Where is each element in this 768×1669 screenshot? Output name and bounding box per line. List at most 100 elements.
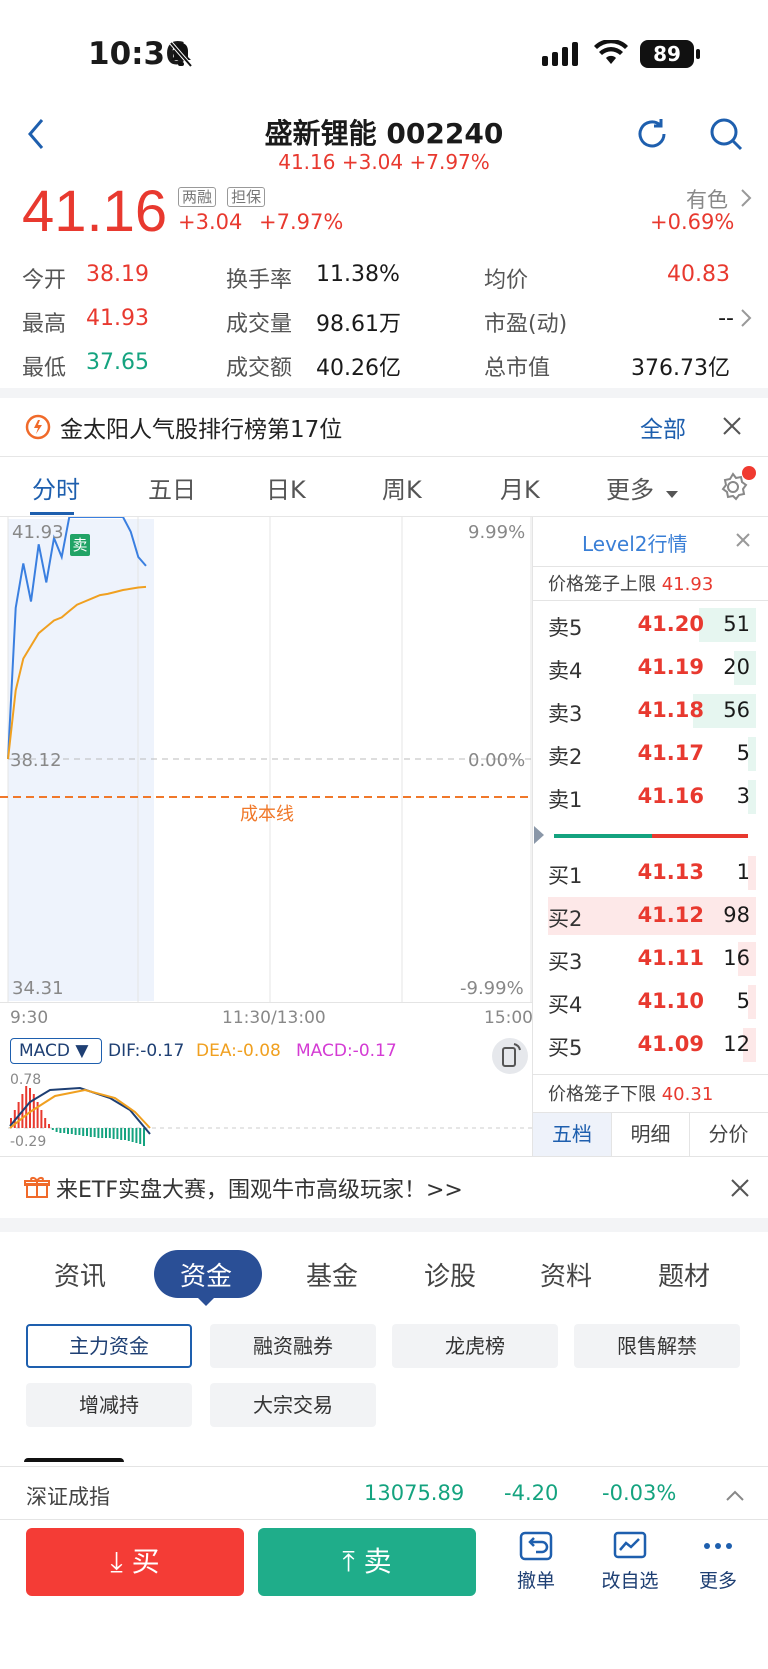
chart-low-label: 34.31	[12, 978, 64, 999]
chart-tab[interactable]: 分时	[32, 470, 80, 505]
macd-bar	[82, 1128, 85, 1136]
macd-bar	[89, 1128, 92, 1137]
orderbook-tab[interactable]: 明细	[611, 1113, 689, 1156]
edit-watchlist-label: 改自选	[601, 1570, 659, 1592]
orderbook-row[interactable]: 卖3 41.18 56	[548, 692, 756, 730]
section-divider	[0, 388, 768, 398]
macd-chart	[0, 1068, 532, 1154]
orderbook-row[interactable]: 卖5 41.20 51	[548, 606, 756, 644]
buy-button[interactable]: ⤓ 买	[26, 1528, 244, 1596]
orderbook-volume: 5	[736, 741, 750, 765]
fund-chip[interactable]: 融资融券	[210, 1324, 376, 1368]
macd-dea: DEA:-0.08	[196, 1041, 281, 1061]
orderbook-volume: 51	[723, 612, 750, 636]
orderbook-volume: 12	[723, 1032, 750, 1056]
close-icon[interactable]	[736, 532, 750, 551]
divider	[533, 1074, 768, 1075]
orderbook-row[interactable]: 卖1 41.16 3	[548, 778, 756, 816]
macd-bar	[101, 1128, 104, 1138]
intraday-chart[interactable]	[0, 516, 532, 1002]
macd-bar	[51, 1128, 54, 1130]
time-mid: 11:30/13:00	[222, 1008, 326, 1028]
orderbook-row[interactable]: 买2 41.12 98	[548, 897, 756, 935]
macd-bar	[44, 1118, 47, 1128]
ranking-text[interactable]: 金太阳人气股排行榜第17位	[60, 410, 342, 444]
section-tab[interactable]: 资料	[540, 1256, 592, 1293]
orderbook-row[interactable]: 买4 41.10 5	[548, 983, 756, 1021]
search-icon[interactable]	[708, 116, 744, 156]
orderbook-volume: 3	[736, 784, 750, 808]
section-tab[interactable]: 诊股	[424, 1256, 476, 1293]
triangle-right-icon	[534, 826, 544, 848]
orderbook-split-bar	[554, 834, 748, 838]
orderbook-price: 41.17	[637, 741, 704, 765]
macd-bar	[93, 1128, 96, 1137]
stat-label: 今开	[22, 268, 67, 293]
chevron-up-icon[interactable]	[726, 1487, 744, 1506]
section-tab[interactable]: 基金	[306, 1256, 358, 1293]
macd-bar	[116, 1128, 119, 1139]
orderbook-volume: 98	[723, 903, 750, 927]
orderbook-row[interactable]: 买1 41.13 1	[548, 854, 756, 892]
macd-value: MACD:-0.17	[296, 1041, 397, 1061]
macd-bar	[131, 1128, 134, 1142]
margin-tag: 两融	[178, 187, 217, 207]
more-button[interactable]: 更多	[686, 1530, 750, 1600]
orderbook-row[interactable]: 卖4 41.19 20	[548, 649, 756, 687]
orderbook-level: 卖4	[548, 659, 583, 683]
orderbook-tab[interactable]: 分价	[689, 1113, 767, 1156]
section-tab[interactable]: 资讯	[54, 1256, 106, 1293]
orderbook-price: 41.11	[637, 946, 704, 970]
orderbook-row[interactable]: 买3 41.11 16	[548, 940, 756, 978]
divider	[533, 600, 768, 601]
orderbook-price: 41.19	[637, 655, 704, 679]
orderbook-level: 买2	[548, 907, 583, 931]
section-tab[interactable]: 资金	[180, 1256, 232, 1293]
orderbook-row[interactable]: 卖2 41.17 5	[548, 735, 756, 773]
edit-watchlist-button[interactable]: 改自选	[592, 1530, 668, 1600]
close-icon[interactable]	[722, 416, 742, 440]
macd-bar	[112, 1128, 115, 1139]
stat-label: 最高	[22, 312, 67, 337]
chart-tab[interactable]: 周K	[382, 470, 422, 505]
fund-chip[interactable]: 龙虎榜	[392, 1324, 558, 1368]
bell-muted-icon	[168, 40, 194, 72]
chart-tab[interactable]: 日K	[266, 470, 306, 505]
caret-down-icon[interactable]	[666, 484, 678, 503]
chart-tab[interactable]: 五日	[148, 470, 196, 505]
sell-button[interactable]: ⤒ 卖	[258, 1528, 476, 1596]
chevron-right-icon[interactable]	[740, 188, 752, 212]
fund-chip[interactable]: 主力资金	[26, 1324, 192, 1368]
section-tab[interactable]: 题材	[658, 1256, 710, 1293]
orderbook-price: 41.10	[637, 989, 704, 1013]
ranking-all-link[interactable]: 全部	[640, 410, 686, 444]
stat-value: 37.65	[86, 350, 149, 375]
battery-icon: 89	[640, 40, 694, 68]
stat-label: 市盈(动)	[484, 312, 568, 337]
chart-tab[interactable]: 更多	[606, 470, 654, 505]
etf-banner-text[interactable]: 来ETF实盘大赛，围观牛市高级玩家！>>	[56, 1172, 463, 1204]
orderbook-row[interactable]: 买5 41.09 12	[548, 1026, 756, 1064]
fund-chip[interactable]: 增减持	[26, 1383, 192, 1427]
orderbook-price: 41.20	[637, 612, 704, 636]
index-bar[interactable]: 深证成指 13075.89 -4.20 -0.03%	[0, 1466, 768, 1520]
macd-bar	[124, 1128, 126, 1140]
stat-value: 98.61万	[316, 312, 401, 337]
divider	[0, 456, 768, 457]
sell-marker[interactable]: 卖	[70, 534, 90, 556]
chevron-right-icon[interactable]	[740, 308, 752, 332]
macd-selector[interactable]: MACD ▼	[10, 1038, 102, 1064]
sell-label: 卖	[363, 1545, 392, 1578]
close-icon[interactable]	[730, 1178, 750, 1202]
chart-pct-high: 9.99%	[468, 522, 526, 543]
macd-bar	[78, 1128, 81, 1135]
chart-tab[interactable]: 月K	[500, 470, 540, 505]
cancel-order-button[interactable]: 撤单	[504, 1530, 568, 1600]
refresh-icon[interactable]	[634, 116, 670, 156]
orderbook-tab[interactable]: 五档	[533, 1113, 611, 1156]
signal-icon	[542, 42, 582, 70]
gift-icon	[24, 1174, 50, 1204]
fund-chip[interactable]: 限售解禁	[574, 1324, 740, 1368]
fund-chip[interactable]: 大宗交易	[210, 1383, 376, 1427]
macd-bar	[63, 1128, 66, 1133]
